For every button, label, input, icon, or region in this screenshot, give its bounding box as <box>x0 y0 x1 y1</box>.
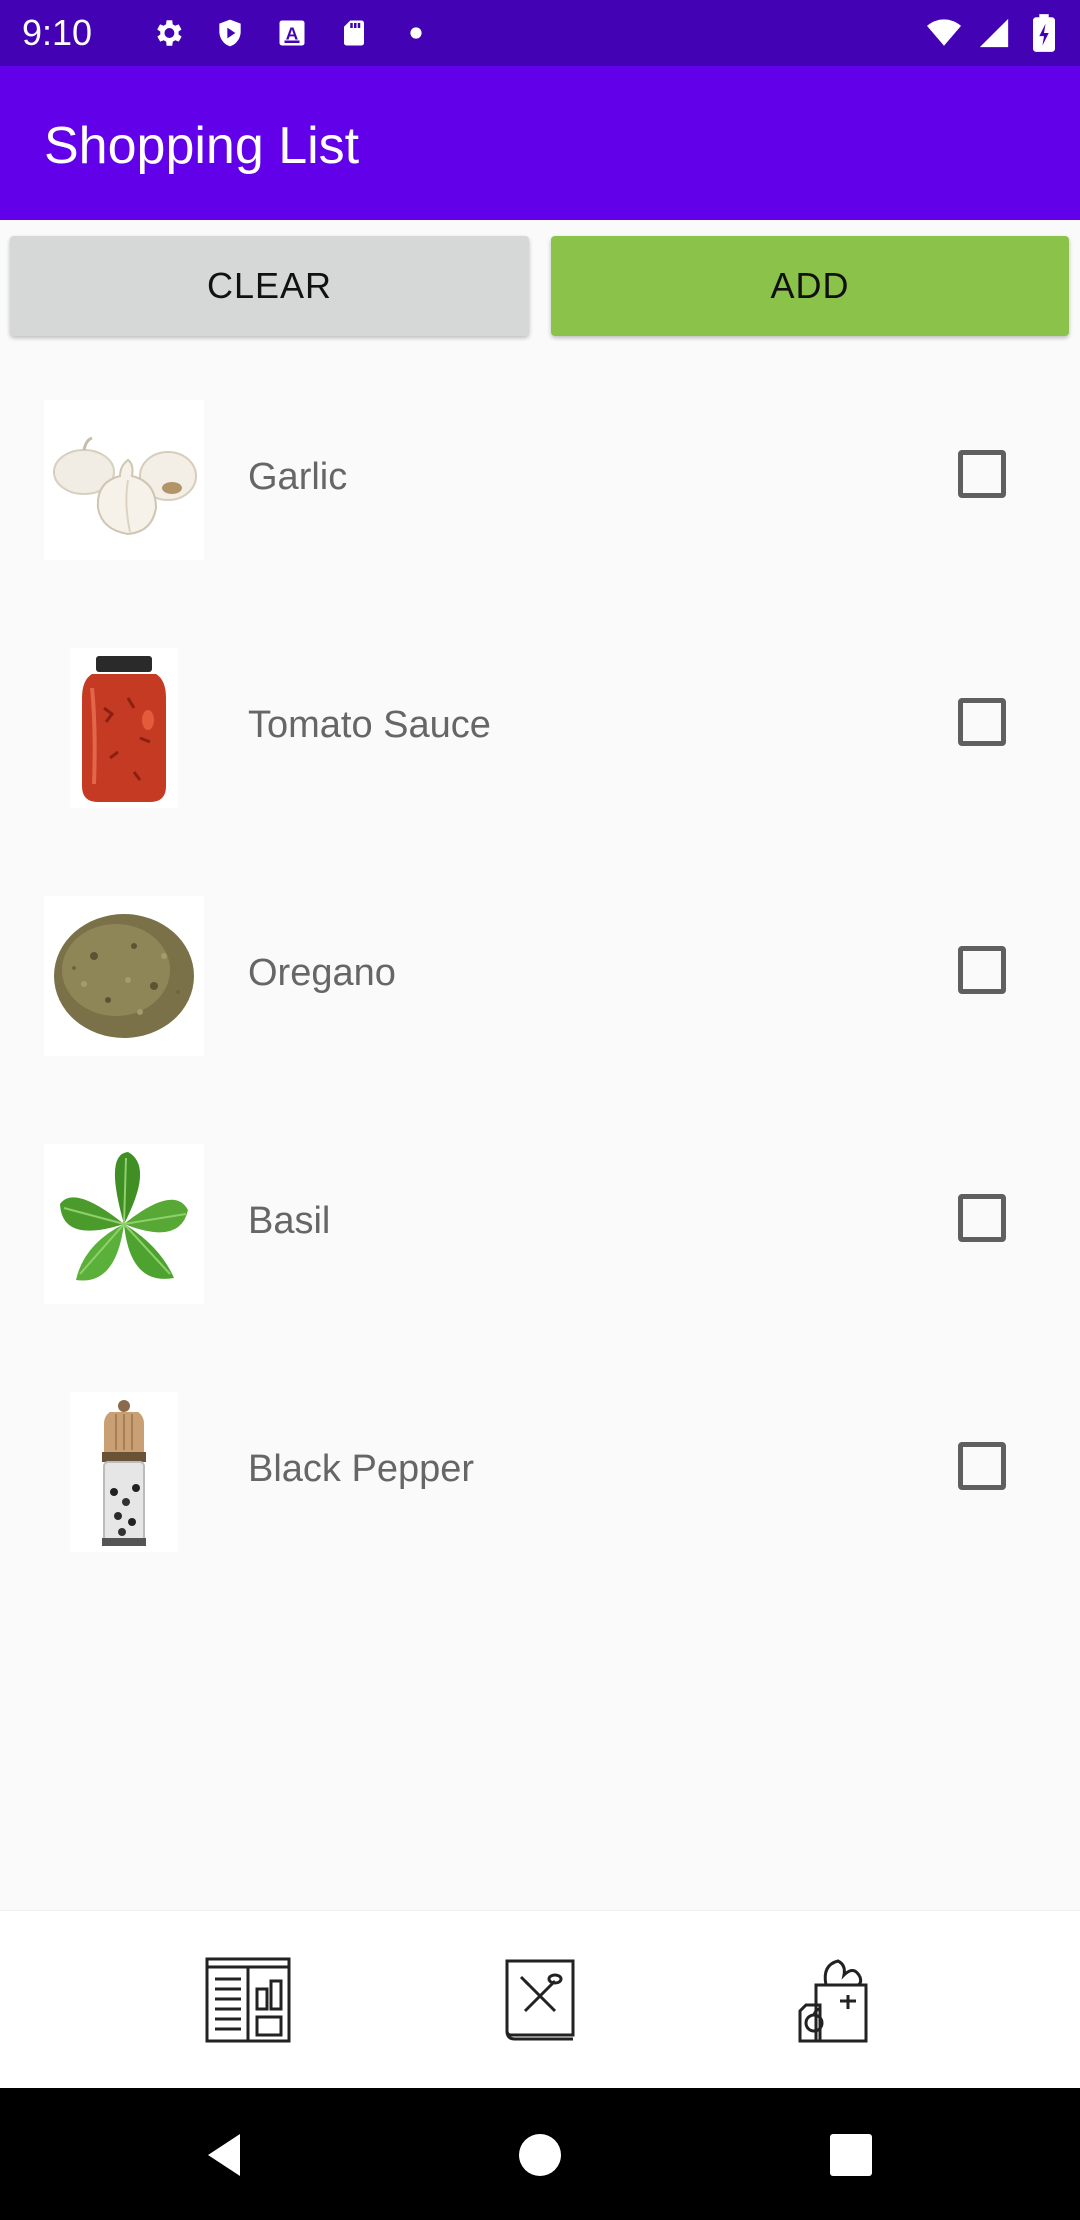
shopping-list: Garlic Tomato Sauce Oregano Basil Black … <box>0 400 1080 1640</box>
item-label: Basil <box>248 1200 331 1242</box>
list-item-tomato-sauce: Tomato Sauce <box>0 648 1080 896</box>
gear-icon <box>150 15 186 51</box>
list-item-basil: Basil <box>0 1144 1080 1392</box>
bottom-navigation <box>0 1910 1080 2088</box>
status-notification-icons: A <box>150 15 434 51</box>
dot-icon <box>398 15 434 51</box>
item-label: Oregano <box>248 952 396 994</box>
item-checkbox[interactable] <box>958 450 1006 498</box>
item-checkbox[interactable] <box>958 946 1006 994</box>
list-item-oregano: Oregano <box>0 896 1080 1144</box>
a-box-icon: A <box>274 15 310 51</box>
add-button[interactable]: ADD <box>551 236 1069 336</box>
item-label: Garlic <box>248 456 348 498</box>
item-label: Black Pepper <box>248 1448 475 1490</box>
item-label: Tomato Sauce <box>248 704 491 746</box>
back-icon[interactable] <box>200 2130 250 2180</box>
status-bar: 9:10 A <box>0 0 1080 66</box>
sd-card-icon <box>336 15 372 51</box>
groceries-icon[interactable] <box>786 1955 876 2045</box>
tomato-sauce-image <box>44 648 204 808</box>
clear-button[interactable]: CLEAR <box>10 236 529 336</box>
list-item-garlic: Garlic <box>0 400 1080 648</box>
garlic-image <box>44 400 204 560</box>
recipe-book-icon[interactable] <box>495 1955 585 2045</box>
basil-image <box>44 1144 204 1304</box>
item-checkbox[interactable] <box>958 1194 1006 1242</box>
app-bar: Shopping List <box>0 66 1080 220</box>
list-item-black-pepper: Black Pepper <box>0 1392 1080 1640</box>
app-title: Shopping List <box>44 117 360 175</box>
item-checkbox[interactable] <box>958 1442 1006 1490</box>
oregano-image <box>44 896 204 1056</box>
home-icon[interactable] <box>515 2130 565 2180</box>
status-system-icons <box>926 0 1062 66</box>
battery-icon <box>1026 14 1062 52</box>
status-time: 9:10 <box>22 12 93 53</box>
wifi-icon <box>926 15 962 51</box>
signal-icon <box>976 15 1012 51</box>
system-navigation-bar <box>0 2088 1080 2220</box>
recents-icon[interactable] <box>826 2130 876 2180</box>
svg-text:A: A <box>286 23 299 43</box>
shield-icon <box>212 15 248 51</box>
item-checkbox[interactable] <box>958 698 1006 746</box>
pantry-icon[interactable] <box>203 1955 293 2045</box>
black-pepper-image <box>44 1392 204 1552</box>
